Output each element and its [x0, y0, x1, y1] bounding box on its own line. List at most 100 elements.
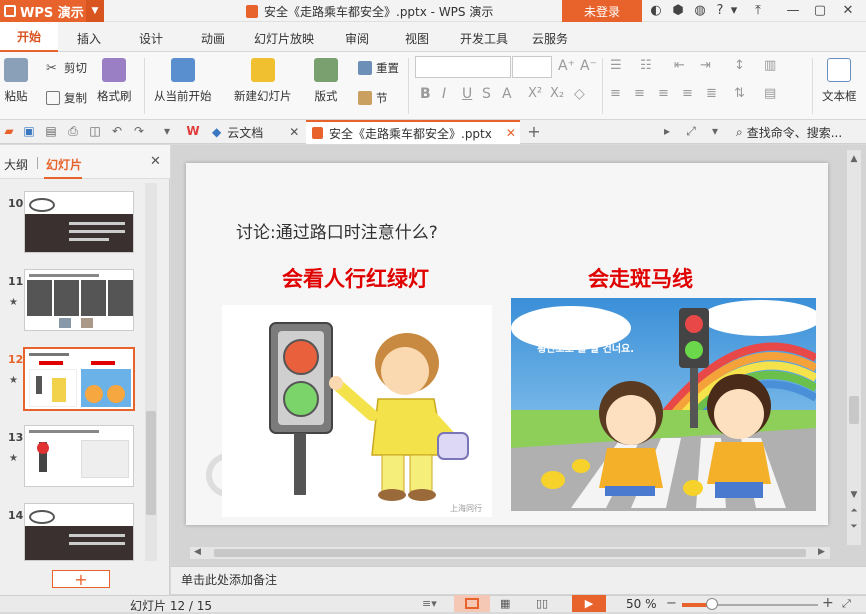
redo-icon[interactable]: ↷: [132, 124, 146, 138]
reading-view-icon[interactable]: ▯▯: [536, 597, 548, 610]
tab-start[interactable]: 开始: [0, 22, 58, 52]
restore-ribbon-icon[interactable]: ⤒: [750, 2, 766, 18]
textbox-button[interactable]: 文本框: [822, 58, 857, 104]
horizontal-scrollbar[interactable]: ◀ ▶: [190, 547, 830, 559]
copy-button[interactable]: 复制: [46, 90, 87, 106]
minimize-icon[interactable]: —: [785, 2, 801, 18]
fullscreen-icon[interactable]: ⤢: [684, 124, 698, 138]
scroll-left-icon[interactable]: ◀: [194, 547, 201, 557]
undo-icon[interactable]: ↶: [110, 124, 124, 138]
decrease-font-icon[interactable]: A⁻: [580, 58, 597, 74]
justify-icon[interactable]: ≡: [682, 86, 693, 101]
open-folder-icon[interactable]: ▰: [2, 124, 16, 138]
skin-icon[interactable]: ◐: [648, 2, 664, 18]
tab-current-file[interactable]: 安全《走路乘车都安全》.pptx ✕: [306, 120, 520, 144]
print-preview-icon[interactable]: ◫: [88, 124, 102, 138]
play-slideshow-button[interactable]: ▶: [572, 595, 606, 612]
help-dropdown-icon[interactable]: ▾: [726, 2, 742, 18]
vertical-scrollbar[interactable]: ▲ ▼ ⏶ ⏷: [847, 150, 861, 545]
crosswalk-kids-image[interactable]: 우리는 횡단보도 를 잘 건너요.: [511, 298, 816, 511]
add-slide-button[interactable]: +: [52, 570, 110, 589]
wps-w-icon[interactable]: W: [186, 124, 200, 138]
zoom-in-icon[interactable]: +: [822, 595, 834, 611]
close-tab-icon[interactable]: ✕: [506, 126, 516, 140]
increase-font-icon[interactable]: A⁺: [558, 58, 575, 74]
fit-window-icon[interactable]: ⤢: [842, 597, 851, 611]
bold-icon[interactable]: B: [420, 86, 431, 102]
caption-crosswalk[interactable]: 会走斑马线: [588, 263, 693, 293]
slide-thumbnail-10[interactable]: [24, 191, 134, 253]
new-slide-button[interactable]: 新建幻灯片: [234, 58, 292, 104]
notes-toggle-icon[interactable]: ≡▾: [422, 597, 437, 610]
previous-slide-icon[interactable]: ⏶: [847, 506, 861, 516]
login-button[interactable]: 未登录: [562, 0, 642, 22]
zoom-slider-handle[interactable]: [706, 598, 718, 610]
print-icon[interactable]: ⎙: [66, 124, 80, 138]
tab-design[interactable]: 设计: [139, 30, 163, 47]
subscript-icon[interactable]: X₂: [550, 86, 564, 101]
slide-thumbnail-11[interactable]: [24, 269, 134, 331]
shadow-icon[interactable]: S: [482, 86, 491, 102]
next-slide-icon[interactable]: ⏷: [847, 522, 861, 532]
clear-format-icon[interactable]: ◇: [574, 86, 585, 102]
font-size-combo[interactable]: [512, 56, 552, 78]
tab-review[interactable]: 审阅: [345, 30, 369, 47]
play-from-current-button[interactable]: 从当前开始: [154, 58, 212, 104]
tab-view[interactable]: 视图: [405, 30, 429, 47]
vertical-scrollbar-thumb[interactable]: [849, 396, 859, 424]
section-button[interactable]: 节: [358, 90, 388, 106]
slide-thumbnail-14[interactable]: [24, 503, 134, 561]
app-menu-button[interactable]: WPS 演示 ▼: [0, 0, 104, 22]
chevron-down-icon[interactable]: ▼: [86, 0, 104, 22]
cube-icon[interactable]: ⬢: [670, 2, 686, 18]
slide-thumbnail-13[interactable]: [24, 425, 134, 487]
traffic-light-boy-image[interactable]: 上海同行: [222, 305, 492, 517]
align-right-icon[interactable]: ≡: [658, 86, 669, 101]
increase-indent-icon[interactable]: ⇥: [700, 58, 711, 73]
align-text-icon[interactable]: ▤: [764, 86, 776, 101]
bullets-icon[interactable]: ☰: [610, 58, 622, 73]
panel-scrollbar-thumb[interactable]: [146, 411, 156, 515]
font-color-icon[interactable]: A: [502, 86, 512, 102]
italic-icon[interactable]: I: [442, 86, 446, 102]
zoom-out-icon[interactable]: −: [666, 596, 677, 611]
options-dropdown-icon[interactable]: ▾: [708, 124, 722, 138]
customize-dropdown-icon[interactable]: ▾: [160, 124, 174, 138]
scroll-right-icon[interactable]: ▶: [818, 547, 825, 557]
close-tab-icon[interactable]: ✕: [289, 125, 299, 139]
tab-slideshow[interactable]: 幻灯片放映: [254, 30, 314, 47]
tab-insert[interactable]: 插入: [77, 30, 101, 47]
close-icon[interactable]: ✕: [840, 2, 856, 18]
reset-button[interactable]: 重置: [358, 60, 399, 76]
align-center-icon[interactable]: ≡: [634, 86, 645, 101]
font-name-combo[interactable]: [415, 56, 511, 78]
save-icon[interactable]: ▣: [22, 124, 36, 138]
tab-cloud-service[interactable]: 云服务: [532, 30, 568, 47]
maximize-icon[interactable]: ▢: [812, 2, 828, 18]
horizontal-scrollbar-thumb[interactable]: [214, 549, 806, 557]
slide-thumbnail-12[interactable]: [23, 347, 135, 411]
tab-developer[interactable]: 开发工具: [460, 30, 508, 47]
tab-animation[interactable]: 动画: [201, 30, 225, 47]
layout-button[interactable]: 版式: [314, 58, 338, 104]
align-left-icon[interactable]: ≡: [610, 86, 621, 101]
scroll-up-icon[interactable]: ▲: [847, 154, 861, 164]
add-tab-icon[interactable]: +: [527, 122, 541, 141]
format-painter-button[interactable]: 格式刷: [97, 58, 132, 104]
tab-outline[interactable]: 大纲: [4, 156, 28, 173]
wechat-icon[interactable]: ◍: [692, 2, 708, 18]
present-icon[interactable]: ▸: [660, 124, 674, 138]
line-spacing-icon[interactable]: ↕: [734, 58, 745, 73]
caption-traffic-light[interactable]: 会看人行红绿灯: [282, 263, 429, 293]
superscript-icon[interactable]: X²: [528, 86, 542, 101]
slide-sorter-icon[interactable]: ▦: [500, 597, 510, 610]
underline-icon[interactable]: U: [462, 86, 472, 102]
export-pdf-icon[interactable]: ▤: [44, 124, 58, 138]
scroll-down-icon[interactable]: ▼: [847, 490, 861, 500]
decrease-indent-icon[interactable]: ⇤: [674, 58, 685, 73]
slide-question-text[interactable]: 讨论:通过路口时注意什么?: [236, 218, 438, 243]
tab-slides[interactable]: 幻灯片: [46, 156, 82, 173]
tab-cloud-docs[interactable]: ◆ 云文档 ✕: [206, 120, 306, 144]
numbering-icon[interactable]: ☷: [640, 58, 652, 73]
cut-button[interactable]: ✂ 剪切: [46, 60, 87, 76]
